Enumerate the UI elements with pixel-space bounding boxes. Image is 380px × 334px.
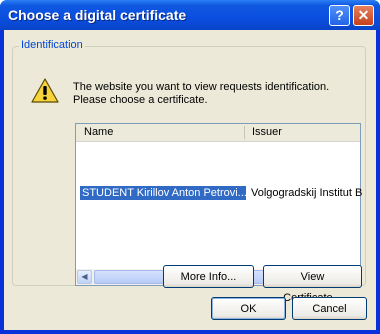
window-frame-bottom: [0, 330, 380, 334]
more-info-button[interactable]: More Info...: [163, 265, 254, 288]
identification-group-label: Identification: [19, 39, 85, 51]
certificate-dialog: Choose a digital certificate ? ✕ Identif…: [0, 0, 380, 334]
identification-group: Identification The website you want to v…: [12, 39, 366, 304]
certificate-name-cell[interactable]: STUDENT Kirillov Anton Petrovi...: [80, 186, 246, 200]
message-line-2: Please choose a certificate.: [73, 94, 208, 106]
ok-button[interactable]: OK: [211, 297, 286, 320]
warning-icon: [31, 78, 59, 103]
view-certificate-button[interactable]: View Certificate...: [263, 265, 362, 304]
close-button[interactable]: ✕: [353, 5, 374, 26]
certificate-issuer-cell[interactable]: Volgogradskij Institut B: [251, 186, 362, 200]
column-header-issuer[interactable]: Issuer: [252, 126, 282, 138]
dialog-body: Identification The website you want to v…: [4, 30, 376, 330]
column-header-name[interactable]: Name: [84, 126, 113, 138]
certificate-list[interactable]: Name Issuer STUDENT Kirillov Anton Petro…: [75, 123, 362, 286]
identification-message: The website you want to view requests id…: [73, 81, 353, 107]
scroll-left-arrow-icon[interactable]: ◀: [77, 270, 92, 284]
help-button[interactable]: ?: [329, 5, 350, 26]
cancel-button[interactable]: Cancel: [292, 297, 367, 320]
column-divider[interactable]: [244, 126, 245, 139]
message-line-1: The website you want to view requests id…: [73, 81, 330, 93]
window-frame-right: [376, 30, 380, 334]
window-title: Choose a digital certificate: [8, 7, 187, 23]
title-bar[interactable]: Choose a digital certificate ? ✕: [0, 0, 380, 30]
list-header: Name Issuer: [76, 124, 360, 142]
certificate-row[interactable]: STUDENT Kirillov Anton Petrovi... Volgog…: [79, 186, 362, 200]
